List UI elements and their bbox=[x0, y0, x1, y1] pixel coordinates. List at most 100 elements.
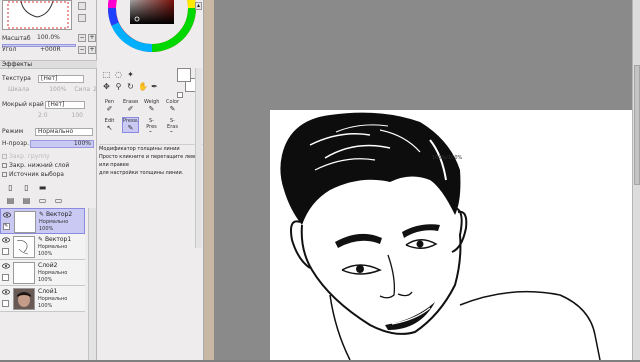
zoom-label: Масштаб bbox=[2, 35, 31, 42]
eye-icon[interactable] bbox=[2, 263, 10, 269]
hand-icon[interactable]: ✋ bbox=[138, 82, 148, 91]
layer-item-vector2[interactable]: ✎ ✎ Вектор2 Нормально 100% bbox=[0, 208, 85, 234]
navigator-preview[interactable] bbox=[2, 0, 72, 30]
tool-pen[interactable]: Pen ✐ bbox=[101, 98, 118, 114]
canvas-scrollbar[interactable] bbox=[632, 0, 640, 360]
canvas-overlay-text: 100%/100% bbox=[432, 155, 463, 161]
clear-layer-icon[interactable]: ▭ bbox=[38, 196, 47, 205]
tools-scrollbar[interactable] bbox=[195, 68, 202, 248]
clip-group-checkbox[interactable] bbox=[2, 154, 7, 159]
transfer-down-icon[interactable]: ▤ bbox=[6, 196, 15, 205]
texture-strength-label: Сила bbox=[74, 86, 90, 93]
zoom-field[interactable]: 100.0% bbox=[35, 35, 71, 43]
clip-group-row: Закр. группу bbox=[2, 152, 50, 161]
angle-plus-button[interactable]: + bbox=[88, 46, 96, 54]
color-wheel[interactable] bbox=[107, 0, 197, 52]
layer-item-layer2[interactable]: Слой2 Нормально 100% bbox=[0, 260, 85, 286]
tool-s-eras[interactable]: S-Eras✎ bbox=[164, 117, 181, 133]
tool-edit[interactable]: Edit ↖ bbox=[101, 117, 118, 133]
layer-item-vector1[interactable]: ✎ Вектор1 Нормально 100% bbox=[0, 234, 85, 260]
eye-icon[interactable] bbox=[3, 212, 11, 218]
layer-item-layer1[interactable]: Слой1 Нормально 100% bbox=[0, 286, 85, 312]
layer-name-text: Вектор2 bbox=[45, 211, 73, 218]
tool-s-pres-label: S-Pres bbox=[146, 118, 157, 130]
layer-opacity: 100% bbox=[39, 226, 54, 232]
tool-weight[interactable]: Weight ✎ bbox=[143, 98, 160, 114]
new-layer-icon[interactable]: ▯ bbox=[6, 183, 15, 192]
layers-scrollbar[interactable] bbox=[88, 208, 96, 360]
wet-edge-select[interactable]: [Нет] bbox=[45, 101, 85, 109]
below-layer-row: Закр. нижний слой bbox=[2, 161, 69, 170]
wet-edge-label: Мокрый край bbox=[2, 101, 44, 108]
blend-mode-row: Режим bbox=[2, 127, 23, 136]
merge-down-icon[interactable]: ▤ bbox=[22, 196, 31, 205]
tools-panel: ▴ ⬚ ◌ ✦ ✥ ⚲ ↻ ✋ ✒ ↗ Pen✐ Eraser✐ Weight✎… bbox=[97, 0, 204, 360]
foreground-color-swatch[interactable] bbox=[177, 68, 191, 82]
wet-edge-params-row: 2.0 100 bbox=[2, 111, 83, 120]
navigator-thumbnail bbox=[7, 1, 69, 29]
layer-lock-checkbox[interactable] bbox=[2, 248, 9, 255]
pressure-icon: ✎ bbox=[127, 124, 134, 132]
new-vector-layer-icon[interactable]: ▯ bbox=[22, 183, 31, 192]
angle-field[interactable]: +000R bbox=[38, 47, 68, 55]
layer-lock-checkbox[interactable] bbox=[2, 300, 9, 307]
layer-name: Слой1 bbox=[38, 288, 58, 295]
rotate-icon[interactable]: ↻ bbox=[126, 82, 135, 91]
layer-mode: Нормально bbox=[38, 244, 68, 250]
tool-s-pres[interactable]: S-Pres✎ bbox=[143, 117, 160, 133]
pen-icon: ✐ bbox=[106, 105, 113, 113]
tool-pressure[interactable]: Pressure✎ bbox=[122, 117, 139, 133]
layer-opacity: 100% bbox=[38, 251, 53, 257]
opacity-slider[interactable]: 100% bbox=[30, 140, 94, 148]
pen-lock-icon[interactable]: ✎ bbox=[3, 223, 10, 230]
tool-eraser[interactable]: Eraser ✐ bbox=[122, 98, 139, 114]
opacity-value: 100% bbox=[73, 140, 91, 147]
tooltip-line2: или правее bbox=[99, 162, 129, 168]
layer-mode: Нормально bbox=[38, 296, 68, 302]
texture-label: Текстура bbox=[2, 75, 31, 82]
canvas-scrollbar-thumb[interactable] bbox=[634, 65, 640, 185]
color-icon: ✎ bbox=[169, 105, 176, 113]
navigator-button-1[interactable] bbox=[78, 2, 86, 10]
delete-layer-icon[interactable]: ▭ bbox=[54, 196, 63, 205]
tool-s-eras-label: S-Eras bbox=[167, 118, 178, 130]
layer-thumbnail bbox=[13, 236, 35, 258]
eyedropper-icon[interactable]: ✒ bbox=[150, 82, 159, 91]
clip-group-label: Закр. группу bbox=[9, 153, 50, 160]
lasso-icon[interactable]: ◌ bbox=[114, 70, 123, 79]
angle-minus-button[interactable]: − bbox=[78, 46, 86, 54]
select-rect-icon[interactable]: ⬚ bbox=[102, 70, 111, 79]
new-folder-icon[interactable]: ▬ bbox=[38, 183, 47, 192]
tooltip-title: Модификатор толщины линии bbox=[99, 146, 180, 152]
layer-name: ✎ Вектор2 bbox=[39, 211, 73, 218]
vector-line-art bbox=[280, 112, 601, 361]
effects-header[interactable]: Эффекты bbox=[0, 60, 97, 69]
angle-row: Угол bbox=[2, 45, 16, 54]
zoom-plus-button[interactable]: + bbox=[88, 34, 96, 42]
canvas-area[interactable]: 100%/100% bbox=[214, 0, 632, 361]
blend-mode-select[interactable]: Нормально bbox=[35, 128, 93, 136]
zoom-minus-button[interactable]: − bbox=[78, 34, 86, 42]
scroll-up-button[interactable]: ▴ bbox=[195, 2, 202, 10]
zoom-icon[interactable]: ⚲ bbox=[114, 82, 123, 91]
eye-icon[interactable] bbox=[2, 289, 10, 295]
layer-name-text: Вектор1 bbox=[44, 236, 72, 243]
panel-divider[interactable] bbox=[204, 0, 214, 360]
wet-strength-value[interactable]: 100 bbox=[72, 112, 83, 119]
weight-icon: ✎ bbox=[148, 105, 155, 113]
below-layer-checkbox[interactable] bbox=[2, 163, 7, 168]
move-icon[interactable]: ✥ bbox=[102, 82, 111, 91]
texture-scale-value[interactable]: 100% bbox=[49, 86, 66, 93]
zoom-row: Масштаб bbox=[2, 34, 31, 43]
canvas-paper[interactable] bbox=[270, 110, 632, 361]
navigator-button-2[interactable] bbox=[78, 14, 86, 22]
layer-lock-checkbox[interactable] bbox=[2, 274, 9, 281]
magic-wand-icon[interactable]: ✦ bbox=[126, 70, 135, 79]
layer-thumbnail-photo bbox=[13, 288, 35, 310]
texture-select[interactable]: [Нет] bbox=[38, 75, 84, 83]
source-checkbox[interactable] bbox=[2, 172, 7, 177]
tool-color[interactable]: Color ✎ bbox=[164, 98, 181, 114]
texture-params-row: Шкала 100% Сила 20 bbox=[2, 85, 101, 94]
eye-icon[interactable] bbox=[2, 237, 10, 243]
wet-size-value[interactable]: 2.0 bbox=[38, 112, 48, 119]
